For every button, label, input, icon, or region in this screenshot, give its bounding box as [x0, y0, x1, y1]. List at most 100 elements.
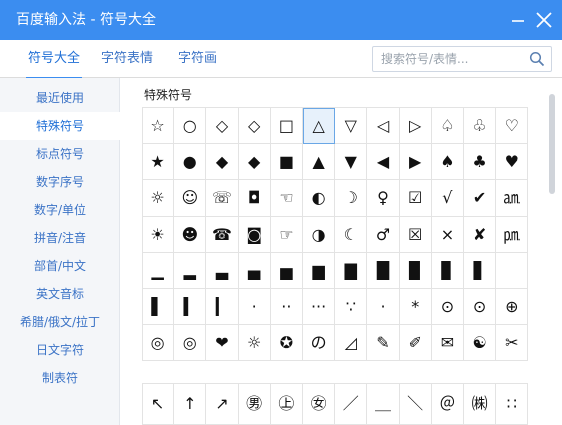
symbol-cell[interactable]: ◙: [238, 216, 271, 253]
symbol-cell[interactable]: ▄: [238, 252, 271, 289]
symbol-cell[interactable]: ×: [431, 216, 464, 253]
symbol-cell[interactable]: ♤: [431, 108, 464, 145]
symbol-cell[interactable]: ··: [270, 289, 303, 326]
symbol-cell[interactable]: □: [270, 108, 303, 145]
symbol-cell[interactable]: ☀: [142, 216, 175, 253]
symbol-cell[interactable]: ☼: [238, 325, 271, 362]
symbol-cell[interactable]: ▊: [431, 252, 464, 289]
sidebar-item-phonetics[interactable]: 英文音标: [0, 280, 120, 308]
symbol-cell[interactable]: ◇: [238, 108, 271, 145]
symbol-cell[interactable]: ···: [303, 289, 336, 326]
symbol-cell[interactable]: ㊚: [238, 384, 271, 425]
symbol-cell[interactable]: ∷: [496, 384, 529, 425]
symbol-cell[interactable]: ㏂: [496, 180, 529, 217]
symbol-cell[interactable]: ▆: [303, 252, 336, 289]
symbol-cell[interactable]: ■: [270, 144, 303, 181]
symbol-cell[interactable]: ☽: [335, 180, 368, 217]
symbol-cell[interactable]: √: [431, 180, 464, 217]
sidebar-item-pinyin[interactable]: 拼音/注音: [0, 224, 120, 252]
symbol-cell[interactable]: ▌: [142, 289, 175, 326]
symbol-cell[interactable]: ＠: [431, 384, 464, 425]
symbol-cell[interactable]: ★: [142, 144, 175, 181]
symbol-cell[interactable]: ♂: [367, 216, 400, 253]
symbol-cell[interactable]: ▉: [399, 252, 432, 289]
symbol-cell[interactable]: ▍: [174, 289, 207, 326]
tab-ascii-art[interactable]: 字符画: [178, 40, 217, 78]
symbol-cell[interactable]: ↑: [174, 384, 207, 425]
symbol-cell[interactable]: ▎: [206, 289, 239, 326]
symbol-cell[interactable]: ☏: [206, 180, 239, 217]
symbol-cell[interactable]: *: [399, 289, 432, 326]
symbol-cell[interactable]: ↗: [206, 384, 239, 425]
symbol-cell[interactable]: ♠: [431, 144, 464, 181]
symbol-cell[interactable]: ☑: [399, 180, 432, 217]
sidebar-item-recent[interactable]: 最近使用: [0, 84, 120, 112]
symbol-cell[interactable]: ▋: [464, 252, 497, 289]
search-icon[interactable]: [529, 51, 545, 67]
symbol-cell[interactable]: ◁: [367, 108, 400, 145]
symbol-cell[interactable]: ✪: [270, 325, 303, 362]
symbol-cell[interactable]: ☼: [142, 180, 175, 217]
symbol-cell[interactable]: ▶: [399, 144, 432, 181]
symbol-cell[interactable]: ☜: [270, 180, 303, 217]
symbol-cell[interactable]: ㈱: [464, 384, 497, 425]
symbol-cell[interactable]: ◎: [174, 325, 207, 362]
symbol-cell[interactable]: ☯: [464, 325, 497, 362]
symbol-cell[interactable]: ／: [335, 384, 368, 425]
symbol-cell[interactable]: ＿: [367, 384, 400, 425]
scroll-thumb[interactable]: [549, 94, 555, 194]
close-button[interactable]: [528, 4, 560, 36]
symbol-cell[interactable]: ↖: [142, 384, 175, 425]
symbol-cell[interactable]: █: [367, 252, 400, 289]
symbol-cell[interactable]: ○: [174, 108, 207, 145]
symbol-cell[interactable]: ◐: [303, 180, 336, 217]
symbol-cell[interactable]: ♣: [464, 144, 497, 181]
symbol-cell[interactable]: ♡: [496, 108, 529, 145]
tab-symbols[interactable]: 符号大全: [25, 40, 83, 79]
symbol-cell[interactable]: ☞: [270, 216, 303, 253]
symbol-cell[interactable]: ⊙: [464, 289, 497, 326]
symbol-cell[interactable]: ＼: [399, 384, 432, 425]
symbol-cell[interactable]: ㏘: [496, 216, 529, 253]
symbol-cell[interactable]: ▅: [270, 252, 303, 289]
sidebar-item-number-sequence[interactable]: 数字序号: [0, 168, 120, 196]
symbol-cell[interactable]: ⊙: [431, 289, 464, 326]
symbol-cell[interactable]: ☆: [142, 108, 175, 145]
symbol-cell[interactable]: ✂: [496, 325, 529, 362]
symbol-cell[interactable]: ◆: [238, 144, 271, 181]
symbol-cell[interactable]: ▇: [335, 252, 368, 289]
symbol-cell[interactable]: ◿: [335, 325, 368, 362]
symbol-cell[interactable]: ⊕: [496, 289, 529, 326]
symbol-cell[interactable]: ·: [238, 289, 271, 326]
symbol-cell[interactable]: ☺: [174, 180, 207, 217]
symbol-cell[interactable]: ☾: [335, 216, 368, 253]
symbol-cell[interactable]: ◑: [303, 216, 336, 253]
symbol-cell[interactable]: ㊤: [270, 384, 303, 425]
symbol-cell[interactable]: ♥: [496, 144, 529, 181]
symbol-cell[interactable]: ▁: [142, 252, 175, 289]
sidebar-item-japanese[interactable]: 日文字符: [0, 336, 120, 364]
symbol-cell[interactable]: ◘: [238, 180, 271, 217]
symbol-cell[interactable]: ▲: [303, 144, 336, 181]
sidebar-item-radicals[interactable]: 部首/中文: [0, 252, 120, 280]
sidebar-item-punctuation[interactable]: 标点符号: [0, 140, 120, 168]
symbol-cell[interactable]: ❤: [206, 325, 239, 362]
symbol-cell[interactable]: ☎: [206, 216, 239, 253]
symbol-cell[interactable]: ◇: [206, 108, 239, 145]
symbol-cell[interactable]: ◎: [142, 325, 175, 362]
search-input[interactable]: [381, 50, 521, 68]
symbol-cell[interactable]: ㊛: [303, 384, 336, 425]
symbol-cell[interactable]: の: [303, 325, 336, 362]
symbol-cell[interactable]: [496, 252, 529, 289]
symbol-cell[interactable]: ☒: [399, 216, 432, 253]
symbol-cell[interactable]: ·: [367, 289, 400, 326]
sidebar-item-special-symbols[interactable]: 特殊符号: [0, 112, 120, 140]
symbol-cell[interactable]: ◀: [367, 144, 400, 181]
symbol-cell[interactable]: ▼: [335, 144, 368, 181]
symbol-cell[interactable]: ▷: [399, 108, 432, 145]
symbol-cell[interactable]: △: [303, 108, 336, 145]
symbol-cell[interactable]: ✎: [367, 325, 400, 362]
symbol-cell[interactable]: ✉: [431, 325, 464, 362]
symbol-cell[interactable]: ♧: [464, 108, 497, 145]
tab-kaomoji[interactable]: 字符表情: [101, 40, 153, 78]
